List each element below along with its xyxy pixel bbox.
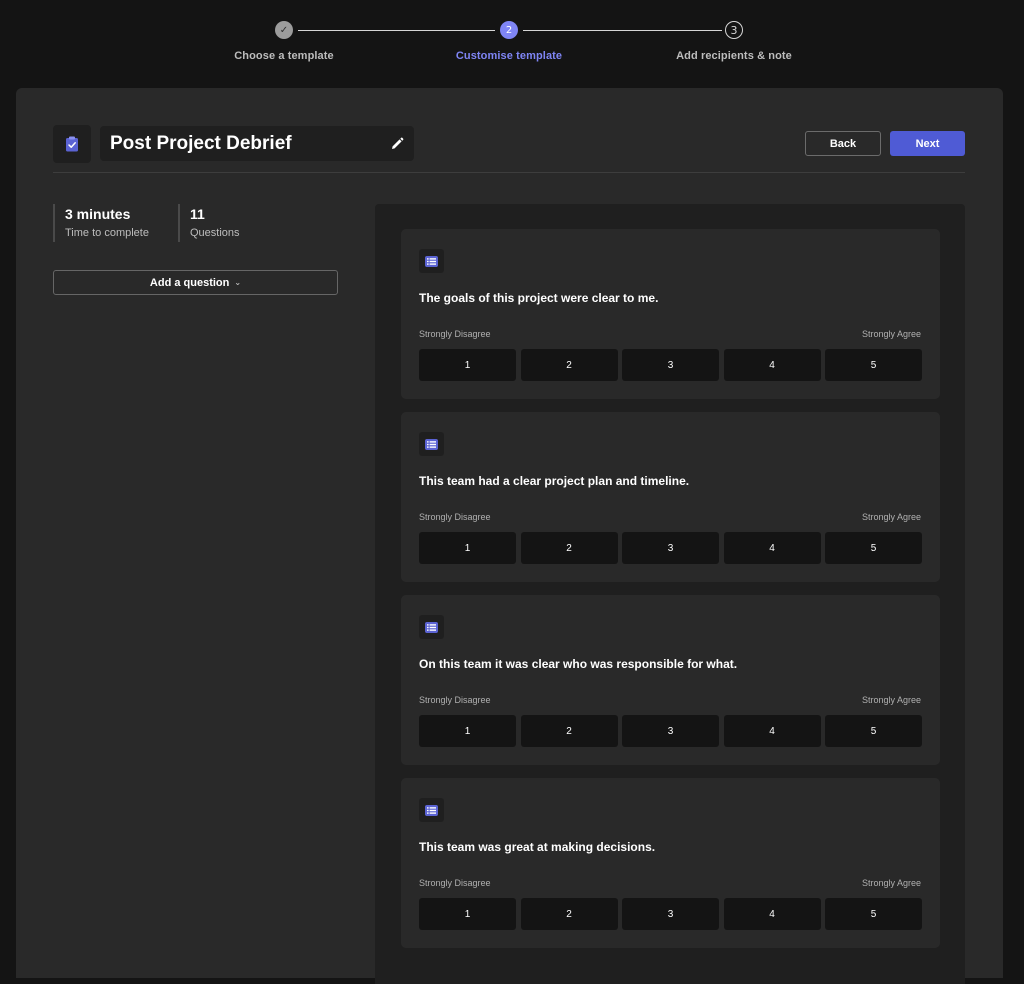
customise-panel: Post Project Debrief Back Next 3 minutes… — [16, 88, 1003, 984]
stat-value: 11 — [190, 206, 205, 222]
rating-option-5[interactable]: 5 — [825, 898, 922, 930]
scale-min-label: Strongly Disagree — [419, 695, 491, 705]
add-question-label: Add a question — [149, 276, 230, 289]
scale-max-label: Strongly Agree — [861, 329, 921, 339]
scale-min-label: Strongly Disagree — [419, 512, 491, 522]
rating-option-5[interactable]: 5 — [825, 349, 922, 381]
question-text: This team was great at making decisions. — [419, 840, 656, 854]
next-button[interactable]: Next — [890, 131, 965, 156]
clipboard-check-icon — [53, 125, 91, 163]
back-button[interactable]: Back — [805, 131, 881, 156]
pencil-icon[interactable] — [380, 126, 414, 161]
rating-option-2[interactable]: 2 — [520, 898, 618, 930]
scale-min-label: Strongly Disagree — [419, 878, 491, 888]
stat-time-to-complete: 3 minutes Time to complete — [53, 204, 149, 242]
stat-question-count: 11 Questions — [178, 204, 240, 242]
step-number: 3 — [725, 21, 743, 39]
header-divider — [53, 172, 965, 173]
step-choose-template[interactable]: ✓ Choose a template — [184, 21, 384, 62]
step-label: Customise template — [455, 50, 563, 62]
checkmark-icon: ✓ — [275, 21, 293, 39]
question-text: On this team it was clear who was respon… — [419, 657, 738, 671]
rating-option-4[interactable]: 4 — [723, 532, 821, 564]
rating-option-3[interactable]: 3 — [622, 715, 719, 747]
scale-min-label: Strongly Disagree — [419, 329, 491, 339]
survey-title: Post Project Debrief — [110, 132, 292, 154]
question-card[interactable]: This team was great at making decisions.… — [401, 778, 940, 948]
question-text: The goals of this project were clear to … — [419, 291, 659, 305]
rating-scale: 12345 — [419, 349, 922, 381]
question-card[interactable]: This team had a clear project plan and t… — [401, 412, 940, 582]
step-label: Choose a template — [234, 50, 334, 62]
rating-option-3[interactable]: 3 — [622, 532, 719, 564]
stat-label: Time to complete — [65, 227, 149, 239]
step-add-recipients[interactable]: 3 Add recipients & note — [634, 21, 834, 62]
question-card[interactable]: The goals of this project were clear to … — [401, 229, 940, 399]
wizard-stepper: ✓ Choose a template 2 Customise template… — [0, 0, 1024, 88]
chevron-down-icon: ⌄ — [234, 278, 242, 287]
rating-option-5[interactable]: 5 — [825, 715, 922, 747]
add-question-button[interactable]: Add a question ⌄ — [53, 270, 338, 295]
rating-option-4[interactable]: 4 — [723, 715, 821, 747]
rating-scale: 12345 — [419, 898, 922, 930]
rating-option-2[interactable]: 2 — [520, 715, 618, 747]
rating-option-4[interactable]: 4 — [723, 898, 821, 930]
rating-scale-icon — [419, 615, 444, 639]
rating-option-3[interactable]: 3 — [622, 898, 719, 930]
rating-option-1[interactable]: 1 — [419, 898, 516, 930]
scale-max-label: Strongly Agree — [861, 695, 921, 705]
rating-option-1[interactable]: 1 — [419, 349, 516, 381]
rating-option-5[interactable]: 5 — [825, 532, 922, 564]
rating-option-4[interactable]: 4 — [723, 349, 821, 381]
stat-value: 3 minutes — [65, 206, 131, 222]
rating-option-3[interactable]: 3 — [622, 349, 719, 381]
rating-option-2[interactable]: 2 — [520, 349, 618, 381]
rating-scale: 12345 — [419, 532, 922, 564]
rating-scale-icon — [419, 249, 444, 273]
rating-option-1[interactable]: 1 — [419, 532, 516, 564]
rating-scale-icon — [419, 798, 444, 822]
questions-list[interactable]: The goals of this project were clear to … — [375, 204, 965, 984]
scale-max-label: Strongly Agree — [861, 512, 921, 522]
question-text: This team had a clear project plan and t… — [419, 474, 690, 488]
stat-label: Questions — [190, 227, 240, 239]
step-customise-template[interactable]: 2 Customise template — [409, 21, 609, 62]
question-card[interactable]: On this team it was clear who was respon… — [401, 595, 940, 765]
rating-scale: 12345 — [419, 715, 922, 747]
scale-max-label: Strongly Agree — [861, 878, 921, 888]
rating-option-1[interactable]: 1 — [419, 715, 516, 747]
rating-option-2[interactable]: 2 — [520, 532, 618, 564]
rating-scale-icon — [419, 432, 444, 456]
step-number: 2 — [500, 21, 518, 39]
survey-title-field[interactable]: Post Project Debrief — [100, 126, 414, 161]
step-label: Add recipients & note — [676, 50, 792, 62]
